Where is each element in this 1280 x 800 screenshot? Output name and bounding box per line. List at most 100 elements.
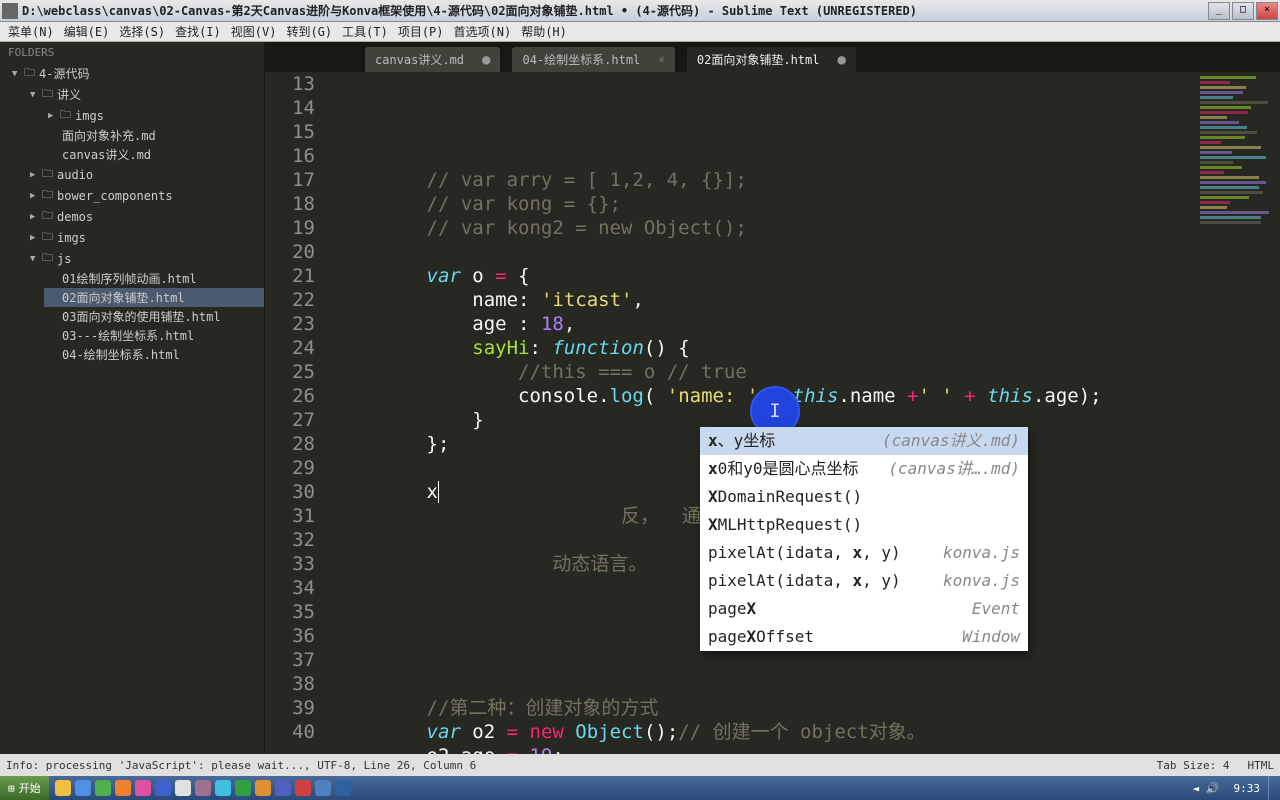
autocomplete-item[interactable]: pixelAt(idata, x, y)konva.js — [700, 539, 1028, 567]
autocomplete-item[interactable]: pageXOffsetWindow — [700, 623, 1028, 651]
taskbar-app-icon[interactable] — [215, 780, 231, 796]
file-item[interactable]: 04-绘制坐标系.html — [44, 345, 264, 364]
tab[interactable]: canvas讲义.md ● — [365, 47, 500, 72]
disclosure-arrow: ▶ — [30, 191, 38, 201]
taskbar-app-icon[interactable] — [275, 780, 291, 796]
menu-item[interactable]: 编辑(E) — [60, 22, 114, 41]
start-label: 开始 — [19, 780, 41, 796]
autocomplete-item[interactable]: x、y坐标(canvas讲义.md) — [700, 427, 1028, 455]
code-area[interactable]: I x、y坐标(canvas讲义.md)x0和y0是圆心点坐标(canvas讲…… — [335, 72, 1280, 754]
menu-item[interactable]: 项目(P) — [394, 22, 448, 41]
status-tabsize[interactable]: Tab Size: 4 — [1157, 759, 1230, 772]
menu-item[interactable]: 帮助(H) — [517, 22, 571, 41]
code-line[interactable]: var o2 = new Object();// 创建一个 object对象。 — [335, 720, 1280, 744]
autocomplete-item[interactable]: pixelAt(idata, x, y)konva.js — [700, 567, 1028, 595]
tree-label: 面向对象补充.md — [62, 127, 156, 144]
taskbar-app-icon[interactable] — [135, 780, 151, 796]
menu-item[interactable]: 视图(V) — [227, 22, 281, 41]
code-line[interactable]: name: 'itcast', — [335, 288, 1280, 312]
autocomplete-item[interactable]: x0和y0是圆心点坐标(canvas讲….md) — [700, 455, 1028, 483]
clock[interactable]: 9:33 — [1226, 782, 1269, 795]
tab[interactable]: 02面向对象铺垫.html● — [687, 47, 856, 72]
file-item[interactable]: 02面向对象铺垫.html — [44, 288, 264, 307]
code-line[interactable]: //第二种：创建对象的方式 — [335, 696, 1280, 720]
tree-label: canvas讲义.md — [62, 146, 151, 163]
file-item[interactable]: 01绘制序列帧动画.html — [44, 269, 264, 288]
menu-item[interactable]: 选择(S) — [115, 22, 169, 41]
code-line[interactable]: //this === o // true — [335, 360, 1280, 384]
system-tray[interactable]: ◄ 🔊 — [1187, 782, 1226, 795]
code-line[interactable]: // var kong2 = new Object(); — [335, 216, 1280, 240]
tree-label: 03---绘制坐标系.html — [62, 327, 194, 344]
taskbar-app-icon[interactable] — [255, 780, 271, 796]
folder-item[interactable]: ▶🗀audio — [26, 164, 264, 185]
autocomplete-item[interactable]: XDomainRequest() — [700, 483, 1028, 511]
code-line[interactable] — [335, 648, 1280, 672]
start-button[interactable]: ⊞ 开始 — [0, 776, 49, 800]
windows-icon: ⊞ — [8, 782, 15, 795]
folder-item[interactable]: ▶🗀imgs — [44, 105, 264, 126]
taskbar-app-icon[interactable] — [55, 780, 71, 796]
code-line[interactable]: age : 18, — [335, 312, 1280, 336]
taskbar-app-icon[interactable] — [295, 780, 311, 796]
taskbar-app-icon[interactable] — [175, 780, 191, 796]
line-gutter: 1314151617181920212223242526272829303132… — [265, 72, 335, 754]
folder-item[interactable]: ▶🗀demos — [26, 206, 264, 227]
folder-item[interactable]: ▼🗀讲义 — [26, 84, 264, 105]
tree-label: audio — [57, 168, 93, 182]
folder-item[interactable]: ▼🗀4-源代码 — [8, 63, 264, 84]
folder-item[interactable]: ▶🗀imgs — [26, 227, 264, 248]
file-item[interactable]: canvas讲义.md — [44, 145, 264, 164]
code-line[interactable]: // var arry = [ 1,2, 4, {}]; — [335, 168, 1280, 192]
minimap[interactable] — [1196, 74, 1276, 214]
taskbar-app-icon[interactable] — [75, 780, 91, 796]
tree-label: demos — [57, 210, 93, 224]
file-item[interactable]: 面向对象补充.md — [44, 126, 264, 145]
file-item[interactable]: 03---绘制坐标系.html — [44, 326, 264, 345]
dirty-indicator: ● — [482, 56, 490, 64]
disclosure-arrow: ▼ — [30, 90, 38, 100]
folder-item[interactable]: ▶🗀bower_components — [26, 185, 264, 206]
code-line[interactable]: // var kong = {}; — [335, 192, 1280, 216]
code-line[interactable]: console.log( 'name: ' + this.name +' ' +… — [335, 384, 1280, 408]
window-titlebar: D:\webclass\canvas\02-Canvas-第2天Canvas进阶… — [0, 0, 1280, 22]
code-line[interactable]: sayHi: function() { — [335, 336, 1280, 360]
taskbar-app-icon[interactable] — [95, 780, 111, 796]
minimize-button[interactable]: _ — [1208, 2, 1230, 20]
autocomplete-popup[interactable]: x、y坐标(canvas讲义.md)x0和y0是圆心点坐标(canvas讲….m… — [700, 427, 1028, 651]
code-line[interactable] — [335, 240, 1280, 264]
code-line[interactable] — [335, 672, 1280, 696]
show-desktop[interactable] — [1268, 776, 1280, 800]
close-button[interactable]: × — [1256, 2, 1278, 20]
code-editor[interactable]: 1314151617181920212223242526272829303132… — [265, 72, 1280, 754]
tab[interactable]: 04-绘制坐标系.html× — [512, 47, 674, 72]
taskbar-app-icon[interactable] — [195, 780, 211, 796]
status-syntax[interactable]: HTML — [1248, 759, 1275, 772]
menu-item[interactable]: 首选项(N) — [450, 22, 516, 41]
menu-item[interactable]: 转到(G) — [282, 22, 336, 41]
menubar: 菜单(N)编辑(E)选择(S)查找(I)视图(V)转到(G)工具(T)项目(P)… — [0, 22, 1280, 42]
folder-item[interactable]: ▼🗀js — [26, 248, 264, 269]
code-line[interactable]: var o = { — [335, 264, 1280, 288]
autocomplete-item[interactable]: pageXEvent — [700, 595, 1028, 623]
folder-icon: 🗀 — [42, 85, 53, 104]
file-item[interactable]: 03面向对象的使用铺垫.html — [44, 307, 264, 326]
taskbar-app-icon[interactable] — [115, 780, 131, 796]
autocomplete-item[interactable]: XMLHttpRequest() — [700, 511, 1028, 539]
folder-icon: 🗀 — [42, 228, 53, 247]
code-line[interactable]: o2.age = 19; — [335, 744, 1280, 754]
taskbar-app-icon[interactable] — [335, 780, 351, 796]
taskbar-app-icon[interactable] — [315, 780, 331, 796]
window-title: D:\webclass\canvas\02-Canvas-第2天Canvas进阶… — [22, 2, 1208, 19]
maximize-button[interactable]: □ — [1232, 2, 1254, 20]
dirty-indicator: ● — [837, 56, 845, 64]
menu-item[interactable]: 查找(I) — [171, 22, 225, 41]
tree-label: js — [57, 252, 71, 266]
tab-close-icon[interactable]: × — [658, 53, 665, 66]
menu-item[interactable]: 工具(T) — [338, 22, 392, 41]
menu-item[interactable]: 菜单(N) — [4, 22, 58, 41]
os-taskbar: ⊞ 开始 ◄ 🔊 9:33 — [0, 776, 1280, 800]
taskbar-app-icon[interactable] — [235, 780, 251, 796]
tab-label: canvas讲义.md — [375, 51, 464, 68]
taskbar-app-icon[interactable] — [155, 780, 171, 796]
